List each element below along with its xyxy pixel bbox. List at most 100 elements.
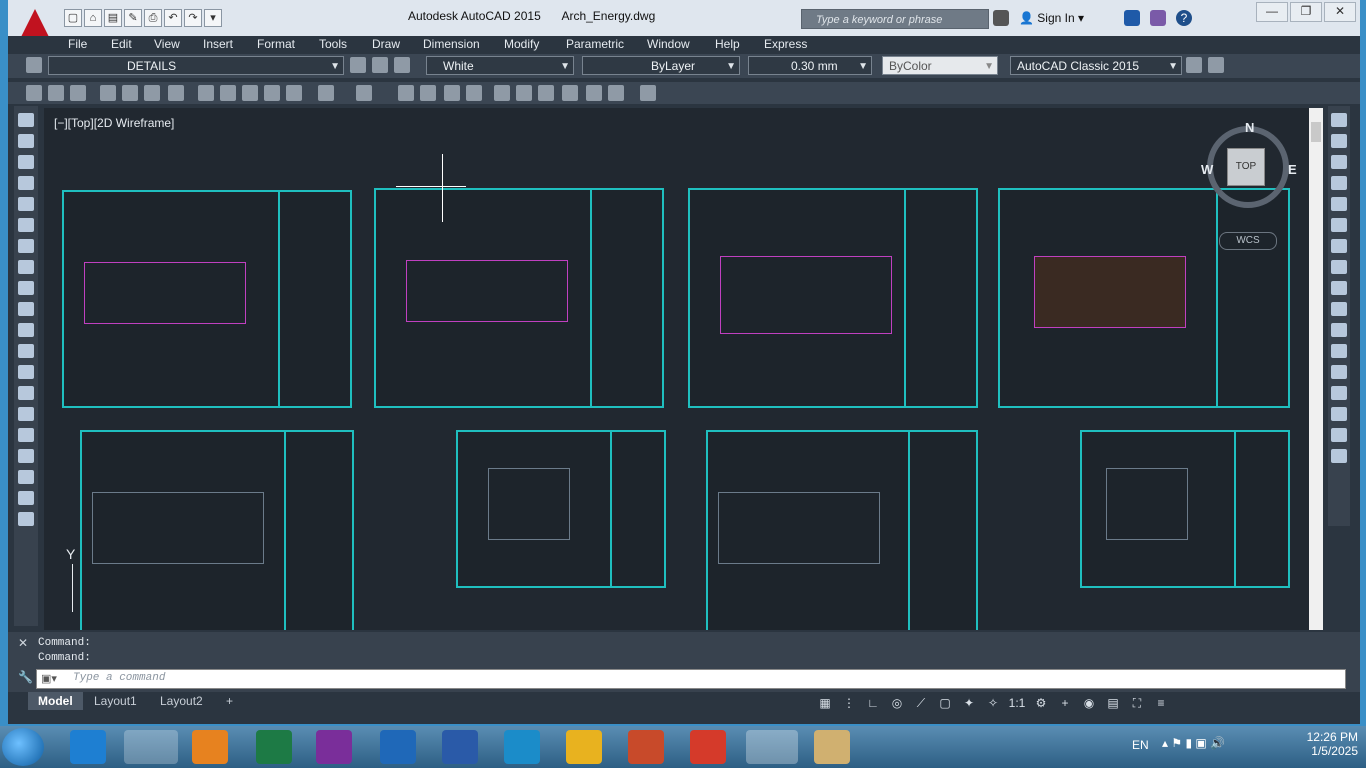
- revision-cloud-icon[interactable]: [18, 260, 34, 274]
- powerpoint-icon[interactable]: [628, 730, 664, 764]
- excel-icon[interactable]: [256, 730, 292, 764]
- tool-palettes-icon[interactable]: [538, 85, 554, 101]
- menu-insert[interactable]: Insert: [203, 37, 233, 51]
- menu-modify[interactable]: Modify: [504, 37, 539, 51]
- zoom-previous-icon[interactable]: [466, 85, 482, 101]
- plot-icon[interactable]: ⎙: [144, 9, 162, 27]
- new-icon[interactable]: ▢: [64, 9, 82, 27]
- onenote-icon[interactable]: [316, 730, 352, 764]
- publish-icon[interactable]: [144, 85, 160, 101]
- break-icon[interactable]: [1331, 365, 1347, 379]
- open-file-icon[interactable]: [48, 85, 64, 101]
- paste-icon[interactable]: [242, 85, 258, 101]
- menu-express[interactable]: Express: [764, 37, 807, 51]
- save-as-icon[interactable]: ✎: [124, 9, 142, 27]
- 3d-dwf-icon[interactable]: [168, 85, 184, 101]
- menu-view[interactable]: View: [154, 37, 180, 51]
- workspace-switching-icon[interactable]: ⚙: [1030, 694, 1052, 712]
- customize-icon[interactable]: 🔧: [18, 670, 33, 684]
- annotation-scale[interactable]: 1:1: [1006, 694, 1028, 712]
- construction-line-icon[interactable]: [18, 134, 34, 148]
- linetype-dropdown[interactable]: ByLayer ▼: [582, 56, 740, 75]
- menu-file[interactable]: File: [68, 37, 87, 51]
- fillet-icon[interactable]: [1331, 428, 1347, 442]
- tab-model[interactable]: Model: [28, 692, 83, 710]
- autocad-taskbar-icon[interactable]: [746, 730, 798, 764]
- insert-block-icon[interactable]: [18, 344, 34, 358]
- hatch-icon[interactable]: [18, 407, 34, 421]
- command-prompt-icon[interactable]: ▣▾: [41, 672, 57, 685]
- isodraft-icon[interactable]: ⟋: [910, 694, 932, 712]
- explode-icon[interactable]: [1331, 449, 1347, 463]
- tab-layout1[interactable]: Layout1: [84, 692, 147, 710]
- viewcube-top-face[interactable]: TOP: [1227, 148, 1265, 186]
- snap-icon[interactable]: ⋮: [838, 694, 860, 712]
- polyline-icon[interactable]: [18, 155, 34, 169]
- menu-window[interactable]: Window: [647, 37, 690, 51]
- markup-set-icon[interactable]: [586, 85, 602, 101]
- break-at-point-icon[interactable]: [1331, 344, 1347, 358]
- menu-parametric[interactable]: Parametric: [566, 37, 624, 51]
- plot-file-icon[interactable]: [100, 85, 116, 101]
- layer-properties-icon[interactable]: [26, 57, 42, 73]
- ucs-menu[interactable]: WCS: [1219, 232, 1277, 250]
- point-icon[interactable]: [18, 386, 34, 400]
- chamfer-icon[interactable]: [1331, 407, 1347, 421]
- paste-block-icon[interactable]: [264, 85, 280, 101]
- gradient-icon[interactable]: [18, 428, 34, 442]
- paint-icon[interactable]: [814, 730, 850, 764]
- close-command-line-icon[interactable]: ✕: [18, 636, 28, 650]
- compass-north[interactable]: N: [1245, 120, 1254, 135]
- open-icon[interactable]: ⌂: [84, 9, 102, 27]
- outlook-icon[interactable]: [380, 730, 416, 764]
- viewport-controls-label[interactable]: [−][Top][2D Wireframe]: [54, 116, 174, 130]
- scale-icon[interactable]: [1331, 260, 1347, 274]
- layer-dropdown[interactable]: DETAILS ▼: [48, 56, 344, 75]
- mirror-icon[interactable]: [1331, 155, 1347, 169]
- cut-icon[interactable]: [198, 85, 214, 101]
- copy-object-icon[interactable]: [1331, 134, 1347, 148]
- language-indicator[interactable]: EN: [1132, 738, 1149, 752]
- add-selected-icon[interactable]: [18, 512, 34, 526]
- customize-qat-icon[interactable]: ▾: [204, 9, 222, 27]
- vertical-scrollbar[interactable]: [1309, 108, 1323, 630]
- menu-draw[interactable]: Draw: [372, 37, 400, 51]
- workspace-dropdown[interactable]: AutoCAD Classic 2015 ▼: [1010, 56, 1182, 75]
- clean-screen-icon[interactable]: [1208, 57, 1224, 73]
- pan-icon[interactable]: [398, 85, 414, 101]
- copy-icon[interactable]: [220, 85, 236, 101]
- rectangle-icon[interactable]: [18, 197, 34, 211]
- menu-help[interactable]: Help: [715, 37, 740, 51]
- undo-tool-icon[interactable]: [318, 85, 334, 101]
- chrome-icon[interactable]: [566, 730, 602, 764]
- extend-icon[interactable]: [1331, 323, 1347, 337]
- binoculars-icon[interactable]: [993, 10, 1009, 26]
- layer-state-icon[interactable]: [394, 57, 410, 73]
- polar-icon[interactable]: ◎: [886, 694, 908, 712]
- clock[interactable]: 12:26 PM 1/5/2025: [1307, 730, 1358, 758]
- save-file-icon[interactable]: [70, 85, 86, 101]
- properties-icon[interactable]: [494, 85, 510, 101]
- polygon-icon[interactable]: [18, 176, 34, 190]
- design-center-icon[interactable]: [516, 85, 532, 101]
- minimize-button[interactable]: —: [1256, 2, 1288, 22]
- clean-screen-status-icon[interactable]: ⛶: [1126, 694, 1148, 712]
- close-button[interactable]: ✕: [1324, 2, 1356, 22]
- internet-explorer-icon[interactable]: [70, 730, 106, 764]
- annotation-monitor-icon[interactable]: +: [1054, 694, 1076, 712]
- join-icon[interactable]: [1331, 386, 1347, 400]
- autoscale-icon[interactable]: ✧: [982, 694, 1004, 712]
- redo-icon[interactable]: ↷: [184, 9, 202, 27]
- stretch-icon[interactable]: [1331, 281, 1347, 295]
- search-input[interactable]: Type a keyword or phrase: [801, 9, 989, 29]
- tray-icons[interactable]: ▴ ⚑ ▮ ▣ 🔊: [1162, 736, 1225, 750]
- make-current-icon[interactable]: [350, 57, 366, 73]
- layer-previous-icon[interactable]: [372, 57, 388, 73]
- new-layout-tab[interactable]: +: [216, 692, 243, 710]
- sheet-set-icon[interactable]: [562, 85, 578, 101]
- command-input[interactable]: ▣▾ Type a command: [36, 669, 1346, 689]
- menu-edit[interactable]: Edit: [111, 37, 132, 51]
- sign-in-button[interactable]: 👤 Sign In ▾: [1019, 11, 1084, 25]
- ellipse-arc-icon[interactable]: [18, 323, 34, 337]
- line-icon[interactable]: [18, 113, 34, 127]
